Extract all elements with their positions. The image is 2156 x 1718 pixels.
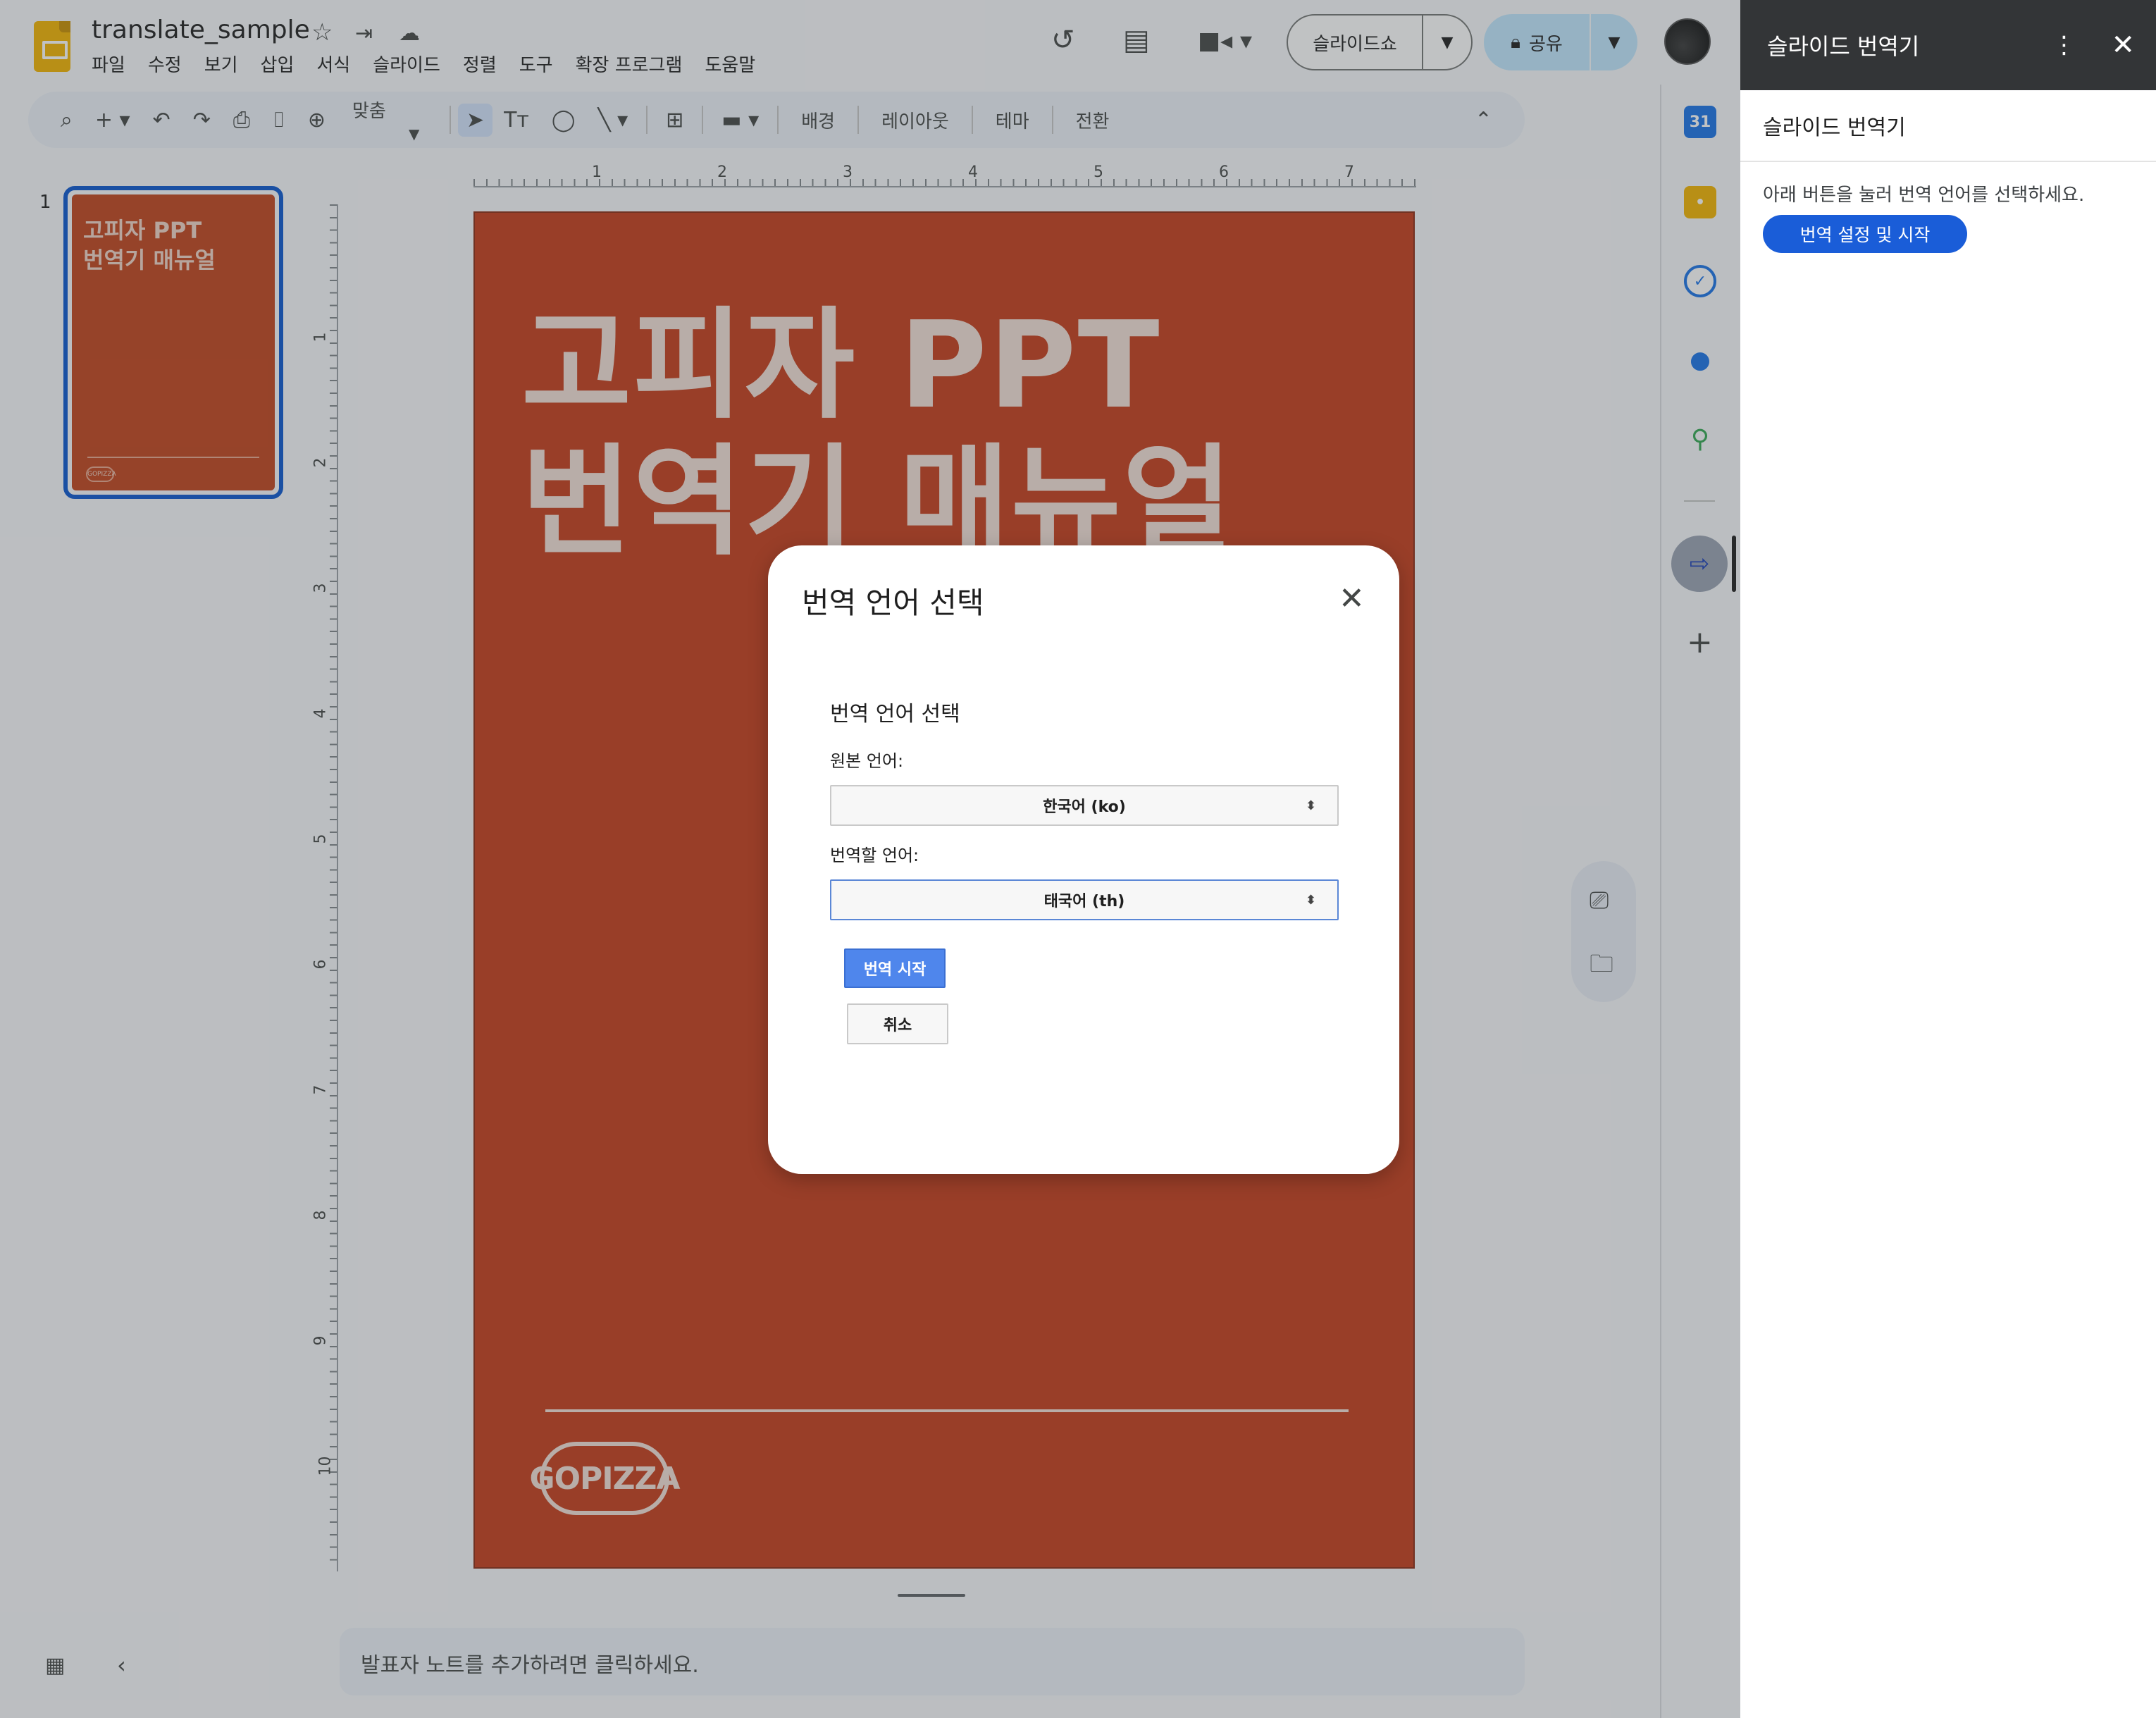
source-language-label: 원본 언어: [830,751,904,771]
target-language-select[interactable]: 태국어 (th) ⬍ [830,879,1339,920]
form-heading: 번역 언어 선택 [830,702,960,727]
target-language-value: 태국어 (th) [1043,893,1125,910]
cancel-button[interactable]: 취소 [847,1003,948,1044]
source-language-select[interactable]: 한국어 (ko) ⬍ [830,785,1339,826]
sidebar-description: 아래 버튼을 눌러 번역 언어를 선택하세요. [1763,185,2085,206]
select-arrows-icon: ⬍ [1305,798,1316,813]
target-language-label: 번역할 언어: [830,846,919,865]
source-language-value: 한국어 (ko) [1043,798,1126,816]
language-select-dialog: 번역 언어 선택 ✕ 번역 언어 선택 원본 언어: 한국어 (ko) ⬍ 번역… [768,545,1399,1174]
translator-sidebar: 슬라이드 번역기 ⋮ ✕ 슬라이드 번역기 아래 버튼을 눌러 번역 언어를 선… [1740,0,2156,1718]
close-dialog-icon[interactable]: ✕ [1339,581,1365,617]
start-translation-setup-button[interactable]: 번역 설정 및 시작 [1763,215,1967,253]
select-arrows-icon: ⬍ [1305,892,1316,908]
close-sidebar-icon[interactable]: ✕ [2111,29,2135,61]
more-options-icon[interactable]: ⋮ [2052,31,2076,59]
sidebar-header-title: 슬라이드 번역기 [1767,33,1920,60]
start-translation-button[interactable]: 번역 시작 [844,948,946,988]
sidebar-subtitle: 슬라이드 번역기 [1740,90,2156,162]
sidebar-header: 슬라이드 번역기 ⋮ ✕ [1740,0,2156,90]
dialog-title: 번역 언어 선택 [802,586,984,620]
